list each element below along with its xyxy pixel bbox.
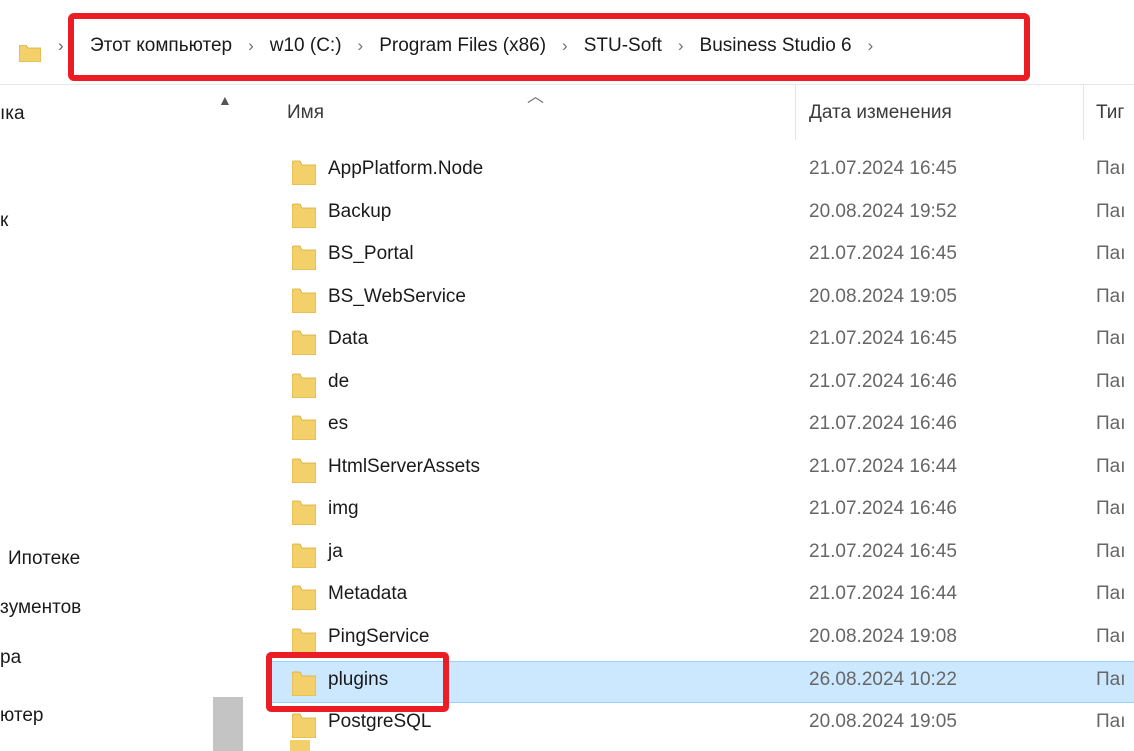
file-type: Паı [1096,669,1126,690]
file-row[interactable]: BS_WebService 20.08.2024 19:05 Паı [272,279,1134,319]
selected-file-row[interactable]: plugins 26.08.2024 10:22 Паı [272,661,1134,703]
file-name: AppPlatform.Node [328,158,484,179]
file-name: BS_WebService [328,286,466,307]
file-row[interactable]: ja 21.07.2024 16:45 Паı [272,534,1134,574]
file-date: 20.08.2024 19:05 [809,711,957,732]
file-row[interactable]: HtmlServerAssets 21.07.2024 16:44 Паı [272,449,1134,489]
file-type: Паı [1096,541,1126,562]
file-name: PingService [328,626,430,647]
folder-icon [292,288,316,313]
file-row[interactable]: Data 21.07.2024 16:45 Паı [272,321,1134,361]
file-type: Паı [1096,286,1126,307]
file-name: BS_Portal [328,243,414,264]
file-date: 21.07.2024 16:45 [809,328,957,349]
file-row[interactable]: es 21.07.2024 16:46 Паı [272,406,1134,446]
file-type: Паı [1096,583,1126,604]
file-date: 20.08.2024 19:05 [809,286,957,307]
file-date: 20.08.2024 19:52 [809,201,957,222]
file-date: 21.07.2024 16:46 [809,498,957,519]
folder-icon [292,415,316,440]
file-date: 21.07.2024 16:46 [809,371,957,392]
folder-icon [292,330,316,355]
folder-icon [292,203,316,228]
folder-icon [292,628,316,653]
file-row[interactable]: BS_Portal 21.07.2024 16:45 Паı [272,236,1134,276]
file-row[interactable]: de 21.07.2024 16:46 Паı [272,364,1134,404]
folder-icon [292,373,316,398]
file-name: PostgreSQL [328,711,432,732]
file-date: 21.07.2024 16:46 [809,413,957,434]
folder-icon [292,543,316,568]
file-explorer-window: › Этот компьютер › w10 (C:) › Program Files … [0,0,1134,751]
file-date: 26.08.2024 10:22 [809,669,957,690]
file-row[interactable]: Backup 20.08.2024 19:52 Паı [272,194,1134,234]
file-type: Паı [1096,626,1126,647]
file-name: plugins [328,669,389,690]
file-row[interactable]: PingService 20.08.2024 19:08 Паı [272,619,1134,659]
file-type: Паı [1096,201,1126,222]
folder-icon [292,585,316,610]
folder-icon [292,671,316,696]
file-type: Паı [1096,158,1126,179]
file-type: Паı [1096,328,1126,349]
file-name: HtmlServerAssets [328,456,481,477]
file-date: 20.08.2024 19:08 [809,626,957,647]
folder-icon [292,458,316,483]
file-type: Паı [1096,413,1126,434]
file-type: Паı [1096,371,1126,392]
file-name: es [328,413,349,434]
file-date: 21.07.2024 16:44 [809,583,957,604]
file-row[interactable]: PostgreSQL 20.08.2024 19:05 Паı [272,704,1134,744]
file-name: Metadata [328,583,408,604]
folder-icon [292,245,316,270]
file-row[interactable]: img 21.07.2024 16:46 Паı [272,491,1134,531]
file-type: Паı [1096,243,1126,264]
file-name: ja [328,541,343,562]
folder-icon [292,500,316,525]
file-name: Backup [328,201,392,222]
file-name: img [328,498,359,519]
file-name: Data [328,328,369,349]
file-type: Паı [1096,711,1126,732]
file-type: Паı [1096,456,1126,477]
file-date: 21.07.2024 16:44 [809,456,957,477]
file-date: 21.07.2024 16:45 [809,541,957,562]
file-date: 21.07.2024 16:45 [809,243,957,264]
folder-icon-partial [290,740,310,751]
folder-icon [292,713,316,738]
file-date: 21.07.2024 16:45 [809,158,957,179]
file-row[interactable]: AppPlatform.Node 21.07.2024 16:45 Паı [272,151,1134,191]
folder-icon [292,160,316,185]
file-row[interactable]: Metadata 21.07.2024 16:44 Паı [272,576,1134,616]
file-list: AppPlatform.Node 21.07.2024 16:45 Паı Backu… [0,0,1134,751]
file-name: de [328,371,350,392]
file-type: Паı [1096,498,1126,519]
